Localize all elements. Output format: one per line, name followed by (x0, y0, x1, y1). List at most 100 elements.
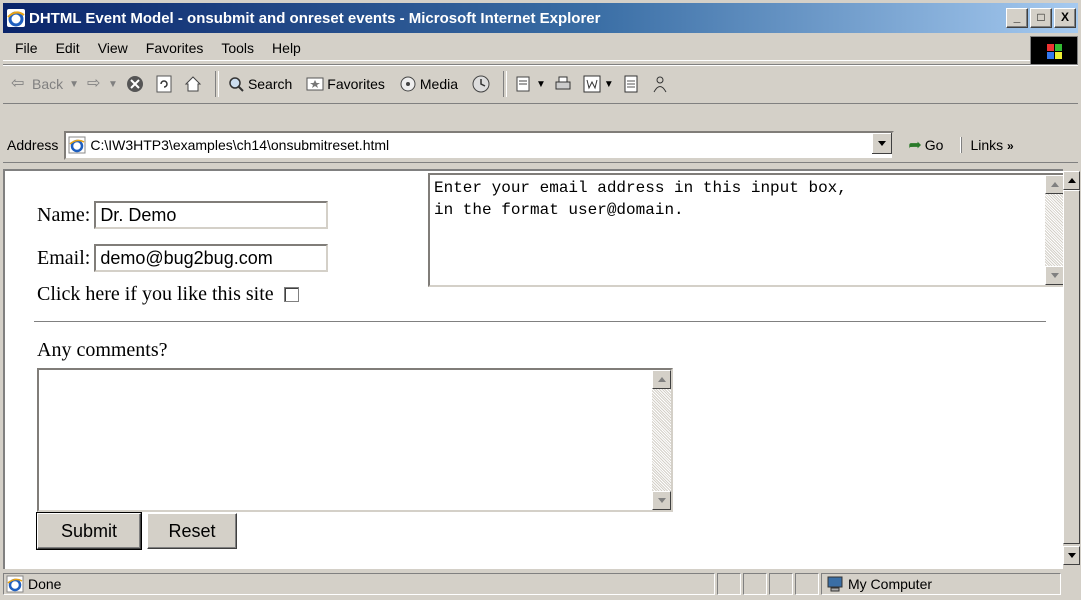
toolbar-separator (503, 71, 508, 97)
close-button[interactable]: X (1054, 8, 1076, 28)
maximize-button[interactable]: □ (1030, 8, 1052, 28)
comments-label: Any comments? (37, 339, 168, 361)
page-scroll-thumb[interactable] (1063, 190, 1080, 544)
standard-toolbar: ⇦ Back ▼ ⇨ ▼ Search Favorites Media ▼ ▼ (3, 64, 1078, 104)
menu-view[interactable]: View (98, 40, 128, 56)
address-label: Address (7, 137, 59, 153)
media-icon (400, 76, 416, 92)
name-row: Name: Dr. Demo (37, 201, 329, 229)
menu-file[interactable]: File (15, 40, 38, 56)
forward-arrow-icon: ⇨ (87, 75, 101, 92)
media-button[interactable]: Media (399, 75, 458, 93)
minimize-button[interactable]: _ (1006, 8, 1028, 28)
status-panel (717, 573, 741, 595)
help-scrollbar[interactable] (1045, 175, 1064, 285)
edit-button[interactable]: ▼ (583, 75, 614, 93)
arrow-down-icon (1067, 553, 1076, 558)
messenger-button[interactable] (651, 75, 672, 93)
like-site-row: Click here if you like this site (37, 283, 299, 306)
media-label: Media (419, 76, 459, 92)
my-computer-icon (827, 576, 843, 592)
menu-bar: File Edit View Favorites Tools Help (3, 36, 1078, 61)
back-label: Back (32, 76, 64, 92)
history-icon (472, 75, 490, 93)
zone-text: My Computer (848, 576, 933, 592)
horizontal-rule (34, 321, 1046, 323)
menu-favorites[interactable]: Favorites (146, 40, 204, 56)
submit-button[interactable]: Submit (36, 512, 142, 550)
arrow-down-icon (1050, 273, 1059, 278)
scroll-up-button[interactable] (1045, 175, 1064, 194)
comments-textarea[interactable] (37, 368, 673, 512)
page-content: Name: Dr. Demo Email: demo@bug2bug.com C… (3, 169, 1066, 569)
mail-button[interactable]: ▼ (515, 75, 546, 93)
arrow-up-icon (1067, 178, 1076, 183)
address-input[interactable]: C:\IW3HTP3\examples\ch14\onsubmitreset.h… (64, 130, 895, 160)
address-url: C:\IW3HTP3\examples\ch14\onsubmitreset.h… (90, 137, 390, 153)
favorites-button[interactable]: Favorites (306, 75, 385, 93)
go-arrow-icon: ➦ (908, 137, 922, 154)
stop-icon (126, 76, 143, 92)
refresh-icon (156, 75, 172, 93)
name-input[interactable]: Dr. Demo (94, 201, 329, 229)
reset-button[interactable]: Reset (147, 513, 237, 549)
favorites-label: Favorites (327, 76, 385, 92)
comments-scrollbar[interactable] (652, 370, 671, 510)
arrow-up-icon (1050, 182, 1059, 187)
ie-logo-icon (7, 9, 25, 27)
scroll-down-button[interactable] (1045, 266, 1064, 285)
toolbar-separator (214, 71, 219, 97)
page-scrollbar[interactable] (1063, 169, 1080, 569)
search-icon (229, 77, 244, 92)
menu-help[interactable]: Help (272, 40, 301, 56)
address-dropdown-button[interactable] (871, 132, 893, 154)
status-panel (769, 573, 793, 595)
document-icon (624, 75, 638, 93)
print-icon (555, 76, 571, 90)
refresh-button[interactable] (155, 75, 176, 93)
email-label: Email: (37, 246, 91, 269)
chevron-down-icon: ▼ (603, 78, 614, 90)
discuss-button[interactable] (622, 75, 643, 93)
name-label: Name: (37, 203, 91, 226)
page-scroll-up-button[interactable] (1063, 171, 1080, 190)
like-site-checkbox[interactable] (283, 287, 299, 302)
help-textarea[interactable]: Enter your email address in this input b… (428, 173, 1066, 287)
checkbox-label: Click here if you like this site (37, 283, 274, 305)
links-button[interactable]: Links » (961, 137, 1014, 153)
ie-page-icon (6, 575, 24, 593)
chevron-down-icon (878, 140, 887, 146)
home-button[interactable] (184, 75, 205, 93)
print-button[interactable] (554, 75, 575, 93)
search-button[interactable]: Search (227, 75, 292, 93)
address-bar: Address C:\IW3HTP3\examples\ch14\onsubmi… (3, 128, 1078, 163)
back-arrow-icon: ⇦ (11, 75, 25, 92)
back-button[interactable]: ⇦ Back ▼ (11, 75, 79, 93)
help-text: Enter your email address in this input b… (434, 179, 847, 219)
title-bar: DHTML Event Model - onsubmit and onreset… (3, 3, 1078, 33)
mail-icon (516, 76, 530, 92)
menu-tools[interactable]: Tools (221, 40, 254, 56)
go-button[interactable]: ➦ Go (908, 135, 943, 155)
home-icon (184, 76, 202, 92)
status-main: Done (3, 573, 715, 595)
chevron-down-icon: ▼ (69, 78, 80, 90)
status-text: Done (28, 576, 62, 592)
arrow-up-icon (657, 377, 666, 382)
forward-button[interactable]: ⇨ ▼ (87, 75, 118, 93)
menu-edit[interactable]: Edit (56, 40, 80, 56)
scroll-up-button[interactable] (652, 370, 671, 389)
status-zone: My Computer (821, 573, 1061, 595)
browser-window: DHTML Event Model - onsubmit and onreset… (0, 0, 1081, 600)
page-scroll-down-button[interactable] (1063, 546, 1080, 565)
chevron-down-icon: ▼ (108, 78, 118, 90)
history-button[interactable] (472, 75, 493, 93)
stop-button[interactable] (126, 75, 147, 93)
chevron-down-icon: ▼ (536, 78, 546, 90)
chevron-right-icon: » (1007, 139, 1014, 153)
arrow-down-icon (657, 498, 666, 503)
links-label: Links (970, 137, 1004, 153)
messenger-icon (653, 76, 667, 93)
email-input[interactable]: demo@bug2bug.com (94, 244, 329, 272)
scroll-down-button[interactable] (652, 491, 671, 510)
